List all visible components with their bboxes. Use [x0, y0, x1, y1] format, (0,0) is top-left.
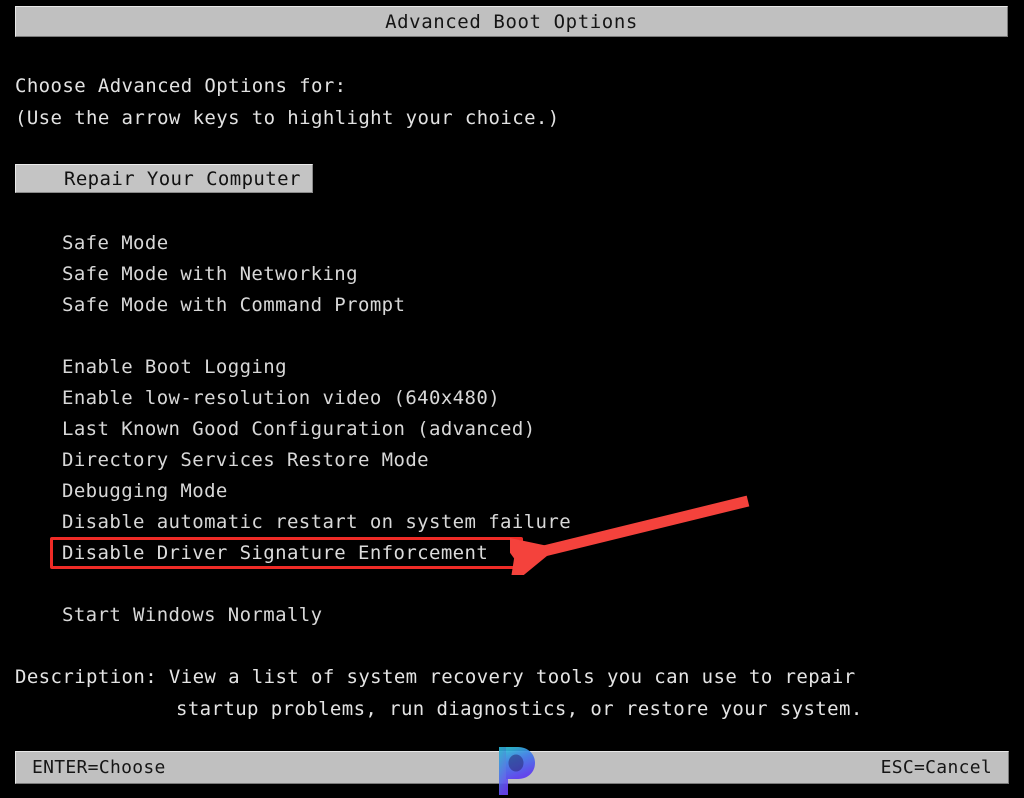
menu-item-disable-driver-signature-enforcement[interactable]: Disable Driver Signature Enforcement: [62, 542, 488, 564]
advanced-boot-options-screen: Advanced Boot Options Choose Advanced Op…: [0, 0, 1024, 798]
menu-item-debugging-mode[interactable]: Debugging Mode: [62, 480, 228, 502]
menu-item-repair-your-computer[interactable]: Repair Your Computer: [15, 164, 313, 193]
description-line-2: startup problems, run diagnostics, or re…: [176, 698, 863, 720]
menu-item-enable-boot-logging[interactable]: Enable Boot Logging: [62, 356, 287, 378]
menu-item-enable-low-resolution-video[interactable]: Enable low-resolution video (640x480): [62, 387, 500, 409]
menu-item-label: Repair Your Computer: [64, 167, 301, 190]
status-bar: ENTER=Choose ESC=Cancel: [15, 751, 1009, 784]
description-line-1: Description: View a list of system recov…: [15, 666, 856, 688]
menu-item-last-known-good-configuration[interactable]: Last Known Good Configuration (advanced): [62, 418, 536, 440]
title-bar: Advanced Boot Options: [15, 6, 1008, 37]
page-title: Advanced Boot Options: [385, 10, 638, 33]
status-esc-cancel: ESC=Cancel: [880, 757, 992, 778]
menu-item-safe-mode-with-networking[interactable]: Safe Mode with Networking: [62, 263, 358, 285]
prompt-line-2: (Use the arrow keys to highlight your ch…: [15, 107, 560, 129]
status-enter-choose: ENTER=Choose: [32, 757, 166, 778]
prompt-line-1: Choose Advanced Options for:: [15, 75, 347, 97]
menu-item-directory-services-restore-mode[interactable]: Directory Services Restore Mode: [62, 449, 429, 471]
menu-item-disable-automatic-restart[interactable]: Disable automatic restart on system fail…: [62, 511, 571, 533]
menu-item-safe-mode[interactable]: Safe Mode: [62, 232, 169, 254]
menu-item-safe-mode-with-command-prompt[interactable]: Safe Mode with Command Prompt: [62, 294, 405, 316]
menu-item-start-windows-normally[interactable]: Start Windows Normally: [62, 604, 322, 626]
